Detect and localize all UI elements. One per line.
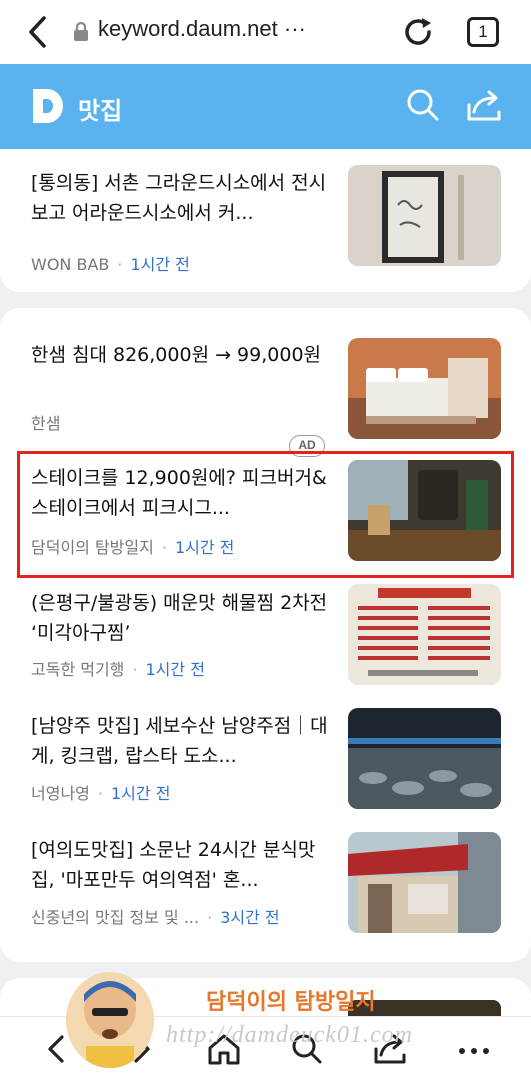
more-icon[interactable] xyxy=(456,1031,492,1067)
item-meta: 너영나영 · 1시간 전 xyxy=(31,780,170,804)
separator-dot: · xyxy=(132,660,138,679)
item-time: 1시간 전 xyxy=(130,255,190,274)
reload-icon[interactable] xyxy=(400,14,436,50)
separator-dot: · xyxy=(207,908,213,927)
daum-header: 맛집 xyxy=(0,64,531,149)
item-title[interactable]: [남양주 맛집] 세보수산 남양주점｜대게, 킹크랩, 랍스타 도소... xyxy=(31,711,336,771)
back-icon[interactable] xyxy=(24,14,54,50)
separator-dot: · xyxy=(97,784,103,803)
lock-icon xyxy=(74,22,88,41)
item-source: 고독한 먹기행 xyxy=(31,660,125,679)
item-time: 3시간 전 xyxy=(220,908,280,927)
item-title[interactable]: 한샘 침대 826,000원 → 99,000원 xyxy=(31,340,336,370)
item-time: 1시간 전 xyxy=(110,784,171,803)
tab-count-button[interactable]: 1 xyxy=(467,17,499,47)
result-card-main: 한샘 침대 826,000원 → 99,000원 한샘 AD 스테이크를 12,… xyxy=(0,308,531,962)
highlight-box xyxy=(17,451,514,578)
item-meta: WON BAB · 1시간 전 xyxy=(31,251,190,275)
watermark-url: http://damdeuck01.com xyxy=(166,1022,413,1048)
watermark-title: 담덕이의 탐방일지 xyxy=(206,989,376,1015)
item-thumbnail[interactable] xyxy=(348,338,501,439)
item-thumbnail[interactable] xyxy=(348,832,501,933)
item-source: 한샘 xyxy=(31,414,61,433)
item-source: WON BAB xyxy=(31,255,110,274)
ad-item[interactable]: 한샘 침대 826,000원 → 99,000원 한샘 AD xyxy=(0,338,531,457)
separator-dot: · xyxy=(117,255,123,274)
list-item[interactable]: (은평구/불광동) 매운맛 해물찜 2차전 ‘미각아구찜’ 고독한 먹기행 · 1시… xyxy=(0,584,531,696)
item-source: 신중년의 맛집 정보 및 ... xyxy=(31,908,200,927)
item-thumbnail[interactable] xyxy=(348,165,501,266)
watermark-avatar xyxy=(66,972,154,1068)
page-title: 맛집 xyxy=(78,97,123,125)
item-time: 1시간 전 xyxy=(145,660,205,679)
result-card-top: [통의동] 서촌 그라운드시소에서 전시보고 어라운드시소에서 커... WON… xyxy=(0,149,531,292)
share-icon[interactable] xyxy=(466,88,502,122)
url-text[interactable]: keyword.daum.net ··· xyxy=(98,16,306,42)
item-thumbnail[interactable] xyxy=(348,584,501,685)
item-title[interactable]: (은평구/불광동) 매운맛 해물찜 2차전 ‘미각아구찜’ xyxy=(31,588,336,648)
daum-logo[interactable] xyxy=(30,86,66,126)
item-source: 너영나영 xyxy=(31,784,90,803)
item-thumbnail[interactable] xyxy=(348,708,501,809)
list-item[interactable]: [여의도맛집] 소문난 24시간 분식맛집, '마포만두 여의역점' 혼... … xyxy=(0,832,531,944)
item-meta: 고독한 먹기행 · 1시간 전 xyxy=(31,656,205,680)
list-item[interactable]: [남양주 맛집] 세보수산 남양주점｜대게, 킹크랩, 랍스타 도소... 너영… xyxy=(0,708,531,820)
search-icon[interactable] xyxy=(406,88,440,122)
item-meta: 신중년의 맛집 정보 및 ... · 3시간 전 xyxy=(31,904,280,928)
item-meta: 한샘 xyxy=(31,410,60,434)
browser-url-bar: keyword.daum.net ··· 1 xyxy=(0,0,531,64)
item-title[interactable]: [통의동] 서촌 그라운드시소에서 전시보고 어라운드시소에서 커... xyxy=(31,168,336,228)
item-title[interactable]: [여의도맛집] 소문난 24시간 분식맛집, '마포만두 여의역점' 혼... xyxy=(31,835,336,895)
list-item[interactable]: [통의동] 서촌 그라운드시소에서 전시보고 어라운드시소에서 커... WON… xyxy=(0,165,531,277)
